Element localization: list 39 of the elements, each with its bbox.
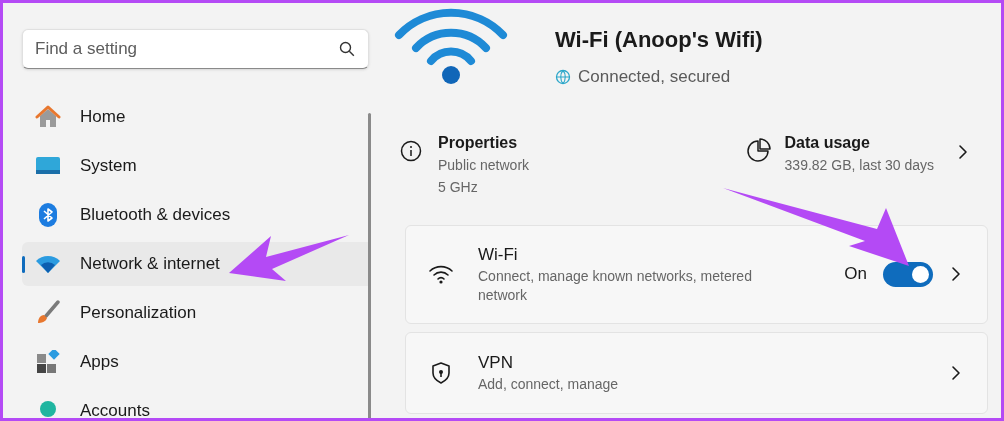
toggle-switch[interactable] bbox=[883, 261, 933, 287]
settings-card[interactable]: VPN Add, connect, manage bbox=[405, 331, 988, 414]
paintbrush-icon bbox=[35, 300, 61, 326]
shield-icon bbox=[430, 360, 452, 385]
search-field[interactable]: Find a setting bbox=[22, 29, 369, 69]
network-title: Wi-Fi (Anoop's Wifi) bbox=[555, 26, 763, 54]
settings-card[interactable]: Wi-Fi Connect, manage known networks, metered network On bbox=[405, 224, 988, 324]
wifi-icon bbox=[428, 264, 454, 284]
scrollbar[interactable] bbox=[368, 113, 371, 418]
nav-item[interactable]: Apps bbox=[22, 340, 368, 384]
card-title: Wi-Fi bbox=[478, 244, 519, 266]
chevron-icon bbox=[951, 266, 961, 282]
nav-item[interactable]: Home bbox=[22, 95, 368, 139]
home-icon bbox=[35, 104, 61, 130]
monitor-icon bbox=[35, 155, 61, 177]
card-title: VPN bbox=[478, 352, 514, 374]
globe-icon bbox=[555, 68, 571, 85]
search-icon bbox=[339, 41, 355, 57]
connection-status: Connected, secured bbox=[578, 66, 731, 88]
pie-chart-icon bbox=[744, 137, 771, 164]
wifi-icon bbox=[35, 254, 61, 274]
card-description: Add, connect, manage bbox=[478, 375, 620, 394]
nav-item[interactable]: Personalization bbox=[22, 291, 368, 335]
chevron-icon bbox=[958, 143, 968, 160]
selection-indicator bbox=[22, 256, 25, 273]
apps-icon bbox=[36, 350, 60, 374]
nav-item[interactable]: Bluetooth & devices bbox=[22, 193, 368, 237]
nav-item[interactable]: Accounts bbox=[22, 389, 368, 418]
info-icon bbox=[400, 139, 422, 162]
data-usage-link[interactable]: Data usage 339.82 GB, last 30 days bbox=[744, 131, 968, 176]
property-value: Public network bbox=[438, 155, 530, 175]
nav-item[interactable]: Network & internet bbox=[22, 242, 368, 286]
toggle-state: On bbox=[844, 263, 867, 286]
property-value: 5 GHz bbox=[438, 177, 479, 197]
bluetooth-icon bbox=[38, 202, 58, 228]
card-description: Connect, manage known networks, metered network bbox=[478, 267, 753, 305]
chevron-icon bbox=[951, 364, 961, 381]
properties-title[interactable]: Properties bbox=[438, 131, 530, 154]
nav-item[interactable]: System bbox=[22, 144, 368, 188]
